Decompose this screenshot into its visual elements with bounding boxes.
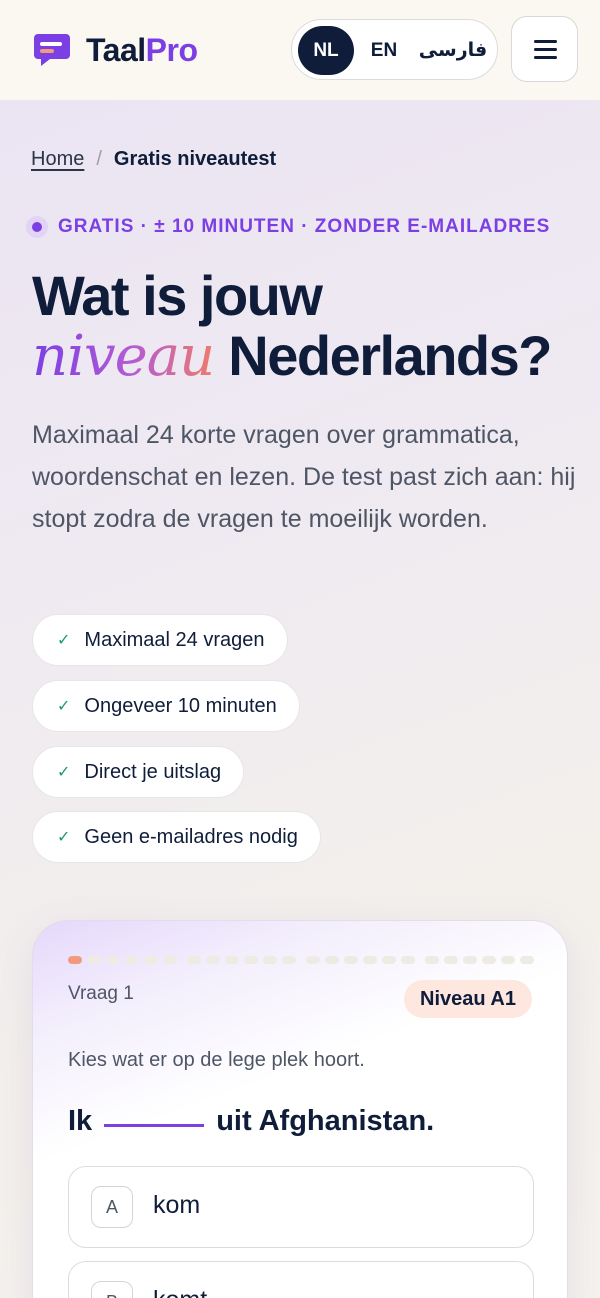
progress-segment [163,956,177,964]
progress-segment [382,956,396,964]
logo[interactable]: TaalPro [32,30,198,70]
hamburger-icon [534,40,557,43]
breadcrumb-separator: / [96,148,102,170]
eyebrow: GRATIS · ± 10 MINUTEN · ZONDER E-MAILADR… [26,216,550,238]
progress-segment [206,956,220,964]
feature-chip: ✓ Geen e-mailadres nodig [32,811,321,863]
feature-chip: ✓ Maximaal 24 vragen [32,614,288,666]
progress-segment [444,956,458,964]
quiz-card: Vraag 1 Niveau A1 Kies wat er op de lege… [32,920,568,1298]
progress-segment [106,956,120,964]
option-text: kom [153,1191,201,1219]
blank-slot [104,1124,205,1127]
site-header: TaalPro NL EN فارسی [0,0,600,100]
progress-segment [263,956,277,964]
progress-segment [501,956,515,964]
page-title: Wat is jouw niveau Nederlands? [32,264,552,389]
status-dot-icon [26,216,48,238]
check-icon: ✓ [57,632,71,649]
hamburger-menu-button[interactable] [511,16,578,82]
progress-segment [425,956,439,964]
progress-segment [244,956,258,964]
feature-chip: ✓ Direct je uitslag [32,746,245,798]
language-fa-button[interactable]: فارسی [414,26,492,75]
chat-bubble-logo-icon [32,30,72,70]
answer-option-a[interactable]: A kom [68,1166,534,1248]
progress-segment [282,956,296,964]
question-instruction: Kies wat er op de lege plek hoort. [68,1049,365,1071]
progress-segment [520,956,534,964]
progress-segment [325,956,339,964]
option-text: komt [153,1286,207,1298]
question-label: Vraag 1 [68,983,134,1004]
progress-segment [225,956,239,964]
progress-segment [125,956,139,964]
answer-option-b[interactable]: B komt [68,1261,534,1298]
check-icon: ✓ [57,829,71,846]
lead-text: Maximaal 24 korte vragen over grammatica… [32,421,576,533]
progress-segment [401,956,415,964]
title-accent: niveau [32,324,215,389]
progress-segment [187,956,201,964]
check-icon: ✓ [57,698,71,715]
progress-segment [482,956,496,964]
progress-segment [144,956,158,964]
progress-segment [363,956,377,964]
breadcrumb-current: Gratis niveautest [113,148,277,170]
progress-segment [68,956,82,964]
language-nl-button[interactable]: NL [298,26,354,75]
progress-segment [306,956,320,964]
breadcrumb: Home / Gratis niveautest [31,148,276,171]
option-key: A [91,1186,133,1228]
option-key: B [91,1281,133,1298]
language-switcher: NL EN فارسی [291,19,498,80]
progress-segment [344,956,358,964]
progress-bar [68,956,534,964]
question-sentence: Ik uit Afghanistan. [68,1105,435,1137]
level-badge: Niveau A1 [404,980,532,1018]
feature-chip: ✓ Ongeveer 10 minuten [32,680,300,732]
progress-segment [463,956,477,964]
check-icon: ✓ [57,764,71,781]
logo-wordmark: TaalPro [86,31,198,68]
language-en-button[interactable]: EN [360,26,408,75]
eyebrow-text: GRATIS · ± 10 MINUTEN · ZONDER E-MAILADR… [58,216,551,237]
breadcrumb-home-link[interactable]: Home [31,148,84,171]
progress-segment [87,956,101,964]
